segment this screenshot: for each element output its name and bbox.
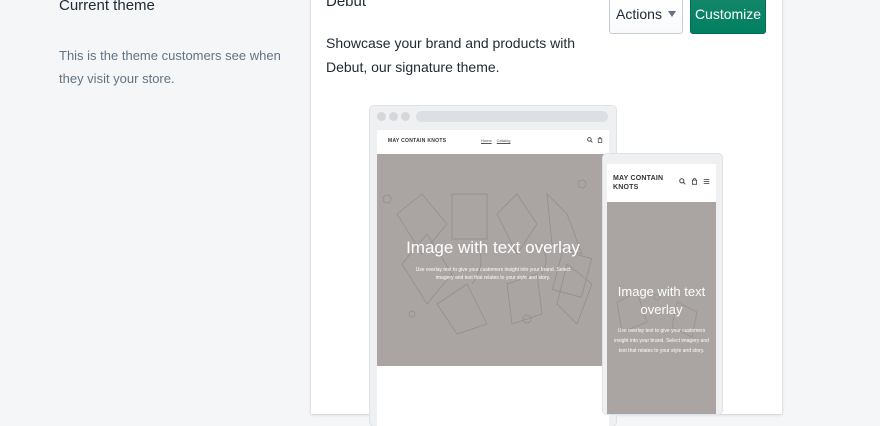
store-body: [377, 366, 609, 426]
mobile-hero-banner: Image with text overlay Use overlay text…: [607, 202, 716, 414]
store-header-icons: [587, 137, 603, 143]
cart-icon: [691, 178, 698, 185]
store-nav: Home Catalog: [481, 138, 515, 143]
actions-button[interactable]: Actions: [609, 0, 683, 34]
theme-description: Showcase your brand and products with De…: [326, 35, 576, 75]
store-header: MAY CONTAIN KNOTS Home Catalog: [377, 130, 609, 154]
section-description: This is the theme customers see when the…: [59, 48, 281, 86]
window-dot-icon: [401, 112, 410, 121]
current-theme-annotation: Current theme This is the theme customer…: [59, 0, 289, 90]
search-icon: [679, 178, 686, 185]
window-dot-icon: [389, 112, 398, 121]
window-dot-icon: [377, 112, 386, 121]
mobile-header-icons: [679, 178, 710, 185]
hero-pattern-icon: [382, 179, 593, 335]
mobile-hero-title: Image with text overlay: [617, 284, 706, 317]
cart-icon: [597, 137, 603, 143]
store-logo: MAY CONTAIN KNOTS: [388, 138, 447, 144]
menu-icon: [703, 178, 710, 185]
mobile-store-header: MAY CONTAIN KNOTS: [607, 164, 716, 202]
customize-button[interactable]: Customize: [690, 0, 766, 34]
section-title: Current theme: [59, 0, 155, 14]
mobile-hero-text: Use overlay text to give your customers …: [614, 328, 709, 354]
desktop-preview: MAY CONTAIN KNOTS Home Catalog Image wit…: [370, 106, 616, 426]
hero-text: Use overlay text to give your customers …: [415, 267, 571, 281]
nav-link-home: Home: [481, 138, 492, 143]
search-icon: [587, 137, 593, 143]
url-bar: [416, 111, 608, 122]
nav-link-catalog: Catalog: [496, 138, 511, 143]
mobile-store-logo: MAY CONTAIN KNOTS: [613, 175, 664, 191]
hero-banner: Image with text overlay Use overlay text…: [377, 154, 609, 366]
caret-down-icon: [667, 11, 676, 17]
hero-title: Image with text overlay: [406, 238, 580, 257]
theme-name: Debut: [326, 0, 367, 10]
current-theme-card: Debut Showcase your brand and products w…: [311, 0, 782, 426]
mobile-preview: MAY CONTAIN KNOTS Image with text overla…: [603, 154, 722, 414]
browser-chrome: [370, 106, 616, 130]
actions-button-label: Actions: [616, 6, 662, 22]
